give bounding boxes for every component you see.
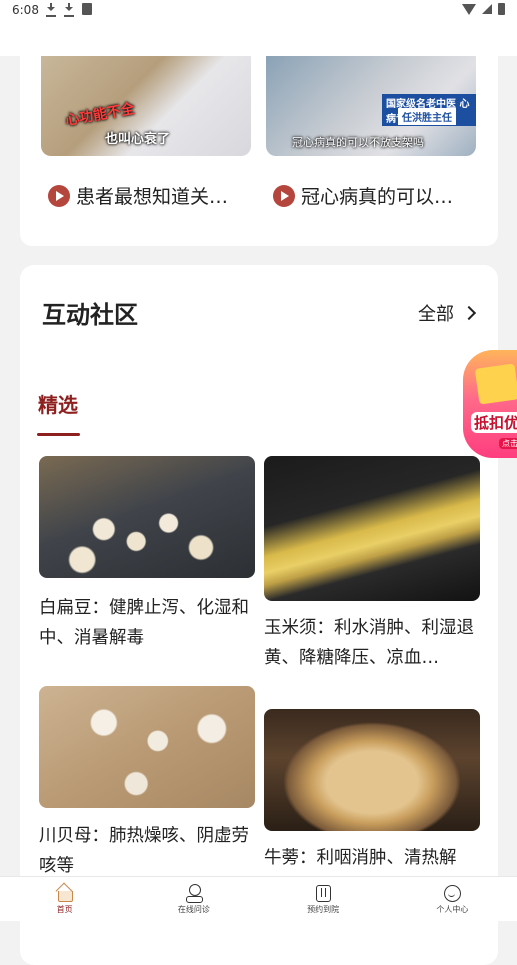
- profile-icon: [443, 884, 462, 902]
- nav-appointment[interactable]: 预约到院: [259, 877, 388, 921]
- nav-home[interactable]: 首页: [0, 877, 129, 921]
- thumbnail-caption: 任洪胜主任: [398, 108, 456, 125]
- download-icon: [46, 3, 56, 17]
- status-notifications: [46, 3, 92, 17]
- view-all-label: 全部: [418, 304, 454, 325]
- nav-consult[interactable]: 在线问诊: [129, 877, 258, 921]
- app-notification-icon: [82, 3, 92, 15]
- thumbnail-caption: 冠心病真的可以不放支架吗: [292, 136, 424, 149]
- thumbnail-caption: 也叫心衰了: [105, 132, 171, 147]
- video-title-link[interactable]: 患者最想知道关…: [48, 182, 228, 209]
- post-image[interactable]: [39, 686, 255, 808]
- post-title[interactable]: 白扁豆：健脾止泻、化湿和中、消暑解毒: [39, 593, 253, 653]
- promo-floating-button[interactable]: 抵扣优 点击: [463, 350, 517, 458]
- status-time: 6:08: [12, 3, 39, 17]
- view-all-button[interactable]: 全部: [418, 300, 477, 326]
- download-icon: [64, 3, 74, 17]
- coupon-icon: [474, 363, 517, 405]
- wifi-icon: [462, 3, 476, 15]
- status-bar: 6:08: [0, 0, 517, 56]
- video-thumbnail[interactable]: 国家级名老中医 心病专科 任洪胜主任 冠心病真的可以不放支架吗: [266, 56, 476, 156]
- post-image[interactable]: [264, 456, 480, 601]
- post-title[interactable]: 川贝母：肺热燥咳、阴虚劳咳等: [39, 821, 253, 881]
- post-image[interactable]: [264, 709, 480, 831]
- doctor-icon: [185, 883, 203, 903]
- nav-label: 在线问诊: [177, 904, 210, 914]
- promo-label: 抵扣优: [471, 412, 517, 433]
- promo-sub-label: 点击: [499, 438, 517, 449]
- battery-icon: [498, 3, 505, 15]
- play-icon: [48, 184, 70, 207]
- tab-active-indicator: [37, 433, 80, 436]
- post-title[interactable]: 牛蒡：利咽消肿、清热解: [264, 843, 478, 873]
- post-title[interactable]: 玉米须：利水消肿、利湿退黄、降糖降压、凉血…: [264, 613, 478, 673]
- home-icon: [56, 884, 74, 902]
- post-image[interactable]: [39, 456, 255, 578]
- nav-label: 预约到院: [307, 904, 340, 914]
- signal-icon: [482, 4, 492, 14]
- status-system-icons: [462, 3, 505, 15]
- community-card: 互动社区 全部 精选 白扁豆：健脾止泻、化湿和中、消暑解毒 玉米须：利水消肿、利…: [20, 265, 498, 965]
- thumbnail-caption: 心功能不全: [64, 101, 137, 129]
- video-title: 冠心病真的可以…: [301, 186, 454, 208]
- video-card: 心功能不全 也叫心衰了 国家级名老中医 心病专科 任洪胜主任 冠心病真的可以不放…: [20, 56, 498, 246]
- nav-profile[interactable]: 个人中心: [388, 877, 517, 921]
- appointment-icon: [314, 884, 332, 902]
- video-title-link[interactable]: 冠心病真的可以…: [273, 182, 453, 209]
- tab-featured[interactable]: 精选: [38, 389, 78, 418]
- video-title: 患者最想知道关…: [76, 186, 229, 208]
- chevron-right-icon: [461, 305, 477, 321]
- play-icon: [273, 184, 295, 207]
- nav-label: 首页: [56, 904, 73, 914]
- bottom-nav: 首页 在线问诊 预约到院 个人中心: [0, 876, 517, 921]
- video-thumbnail[interactable]: 心功能不全 也叫心衰了: [41, 56, 251, 156]
- section-title: 互动社区: [42, 301, 138, 329]
- nav-label: 个人中心: [436, 904, 469, 914]
